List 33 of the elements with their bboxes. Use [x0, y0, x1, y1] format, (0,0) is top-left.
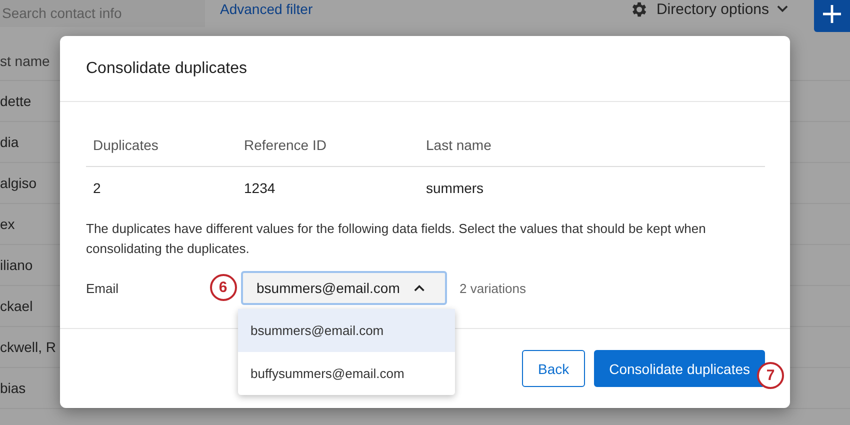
table-cell: dette [0, 93, 32, 109]
search-field[interactable]: Search contact info [0, 0, 205, 27]
table-cell: ckael [0, 298, 33, 314]
column-header: st name [0, 53, 50, 69]
dropdown-option[interactable]: buffysummers@email.com [238, 352, 455, 395]
chevron-up-icon [414, 284, 425, 292]
table-cell: algiso [0, 175, 37, 191]
table-cell-text: 2 [93, 180, 102, 196]
email-dropdown[interactable]: bsummers@email.com [240, 271, 447, 305]
add-button[interactable] [814, 0, 850, 32]
table-cell: dia [0, 134, 19, 150]
column-header: Reference ID [244, 137, 328, 153]
chevron-down-icon [777, 5, 788, 13]
variations-count: 2 variations [460, 280, 526, 296]
table-cell: iliano [0, 257, 33, 273]
plus-icon [822, 4, 842, 24]
field-label: Email [86, 280, 119, 296]
instruction-text: The duplicates have different values for the following data fields. Select the values that should be kept when consolidating the duplicates. [86, 220, 707, 258]
table-cell: summers [426, 180, 484, 196]
table-cell: ex [0, 216, 15, 232]
consolidate-button[interactable]: Consolidate duplicates [594, 350, 765, 387]
table-cell: ckwell, R [0, 339, 56, 355]
dialog-title: Consolidate duplicates [86, 60, 247, 78]
table-cell: bias [0, 380, 26, 396]
step-badge: 6 [210, 274, 237, 301]
table-cell-text: 1234 [244, 180, 276, 196]
advanced-filter-link[interactable]: Advanced filter [220, 1, 313, 17]
directory-options-button[interactable]: Directory options [629, 0, 788, 18]
column-header: Last name [426, 137, 492, 153]
dropdown-option[interactable]: bsummers@email.com [238, 309, 455, 352]
step-badge: 7 [757, 362, 784, 389]
column-header: Duplicates [93, 137, 160, 153]
back-button[interactable]: Back [522, 350, 586, 387]
